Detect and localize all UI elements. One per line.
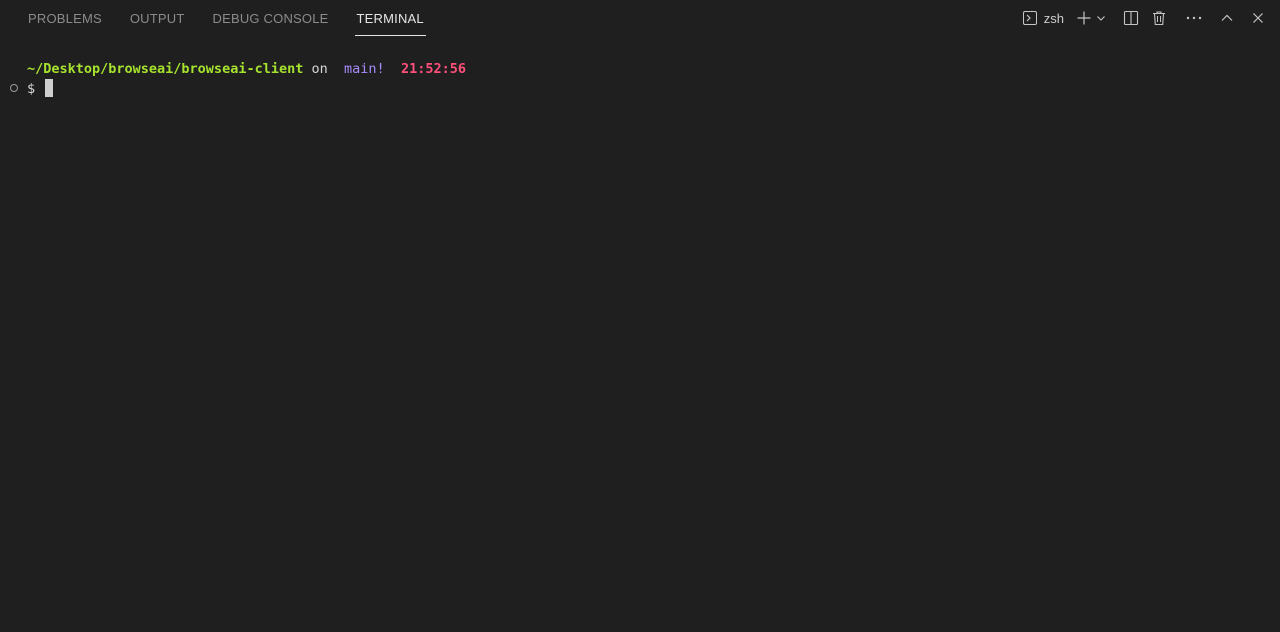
shell-name: zsh <box>1043 10 1064 26</box>
panel-tabs: PROBLEMS OUTPUT DEBUG CONSOLE TERMINAL <box>14 0 438 36</box>
tab-problems[interactable]: PROBLEMS <box>14 0 116 36</box>
prompt-symbol: $ <box>27 81 36 97</box>
chevron-down-icon <box>1096 13 1106 23</box>
plus-icon <box>1076 10 1092 26</box>
chevron-up-icon <box>1220 11 1234 25</box>
tab-output[interactable]: OUTPUT <box>116 0 199 36</box>
tab-problems-label: PROBLEMS <box>28 11 102 26</box>
prompt-line: ~/Desktop/browseai/browseai-client on ma… <box>0 60 1280 79</box>
close-icon <box>1251 11 1265 25</box>
tab-terminal[interactable]: TERMINAL <box>343 0 438 36</box>
shell-selector-button[interactable]: zsh <box>1022 6 1064 30</box>
maximize-panel-button[interactable] <box>1216 6 1238 30</box>
split-terminal-button[interactable] <box>1120 6 1142 30</box>
more-actions-button[interactable] <box>1183 6 1205 30</box>
split-icon <box>1123 10 1139 26</box>
panel-actions: zsh <box>1019 0 1272 36</box>
tab-terminal-label: TERMINAL <box>354 11 427 36</box>
prompt-time: 21:52:56 <box>400 61 466 77</box>
panel-tab-bar: PROBLEMS OUTPUT DEBUG CONSOLE TERMINAL z… <box>0 0 1280 36</box>
git-branch: main! <box>344 61 385 77</box>
new-terminal-button[interactable] <box>1073 6 1095 30</box>
tab-output-label: OUTPUT <box>129 11 185 26</box>
terminal-panel: PROBLEMS OUTPUT DEBUG CONSOLE TERMINAL z… <box>0 0 1280 632</box>
tab-debug-console-label: DEBUG CONSOLE <box>212 11 329 26</box>
cwd-path: ~/Desktop/browseai/browseai-client <box>27 61 304 77</box>
tab-debug-console[interactable]: DEBUG CONSOLE <box>199 0 343 36</box>
close-panel-button[interactable] <box>1247 6 1269 30</box>
terminal-output[interactable]: ~/Desktop/browseai/browseai-client on ma… <box>0 60 1280 98</box>
command-status-icon[interactable] <box>10 84 18 92</box>
input-line[interactable]: $ <box>0 79 1280 98</box>
terminal-cursor <box>45 79 54 97</box>
launch-profile-dropdown[interactable] <box>1095 6 1107 30</box>
more-icon <box>1185 10 1203 26</box>
on-word: on <box>311 61 328 77</box>
trash-icon <box>1151 10 1167 26</box>
kill-terminal-button[interactable] <box>1148 6 1170 30</box>
terminal-icon <box>1022 10 1038 26</box>
